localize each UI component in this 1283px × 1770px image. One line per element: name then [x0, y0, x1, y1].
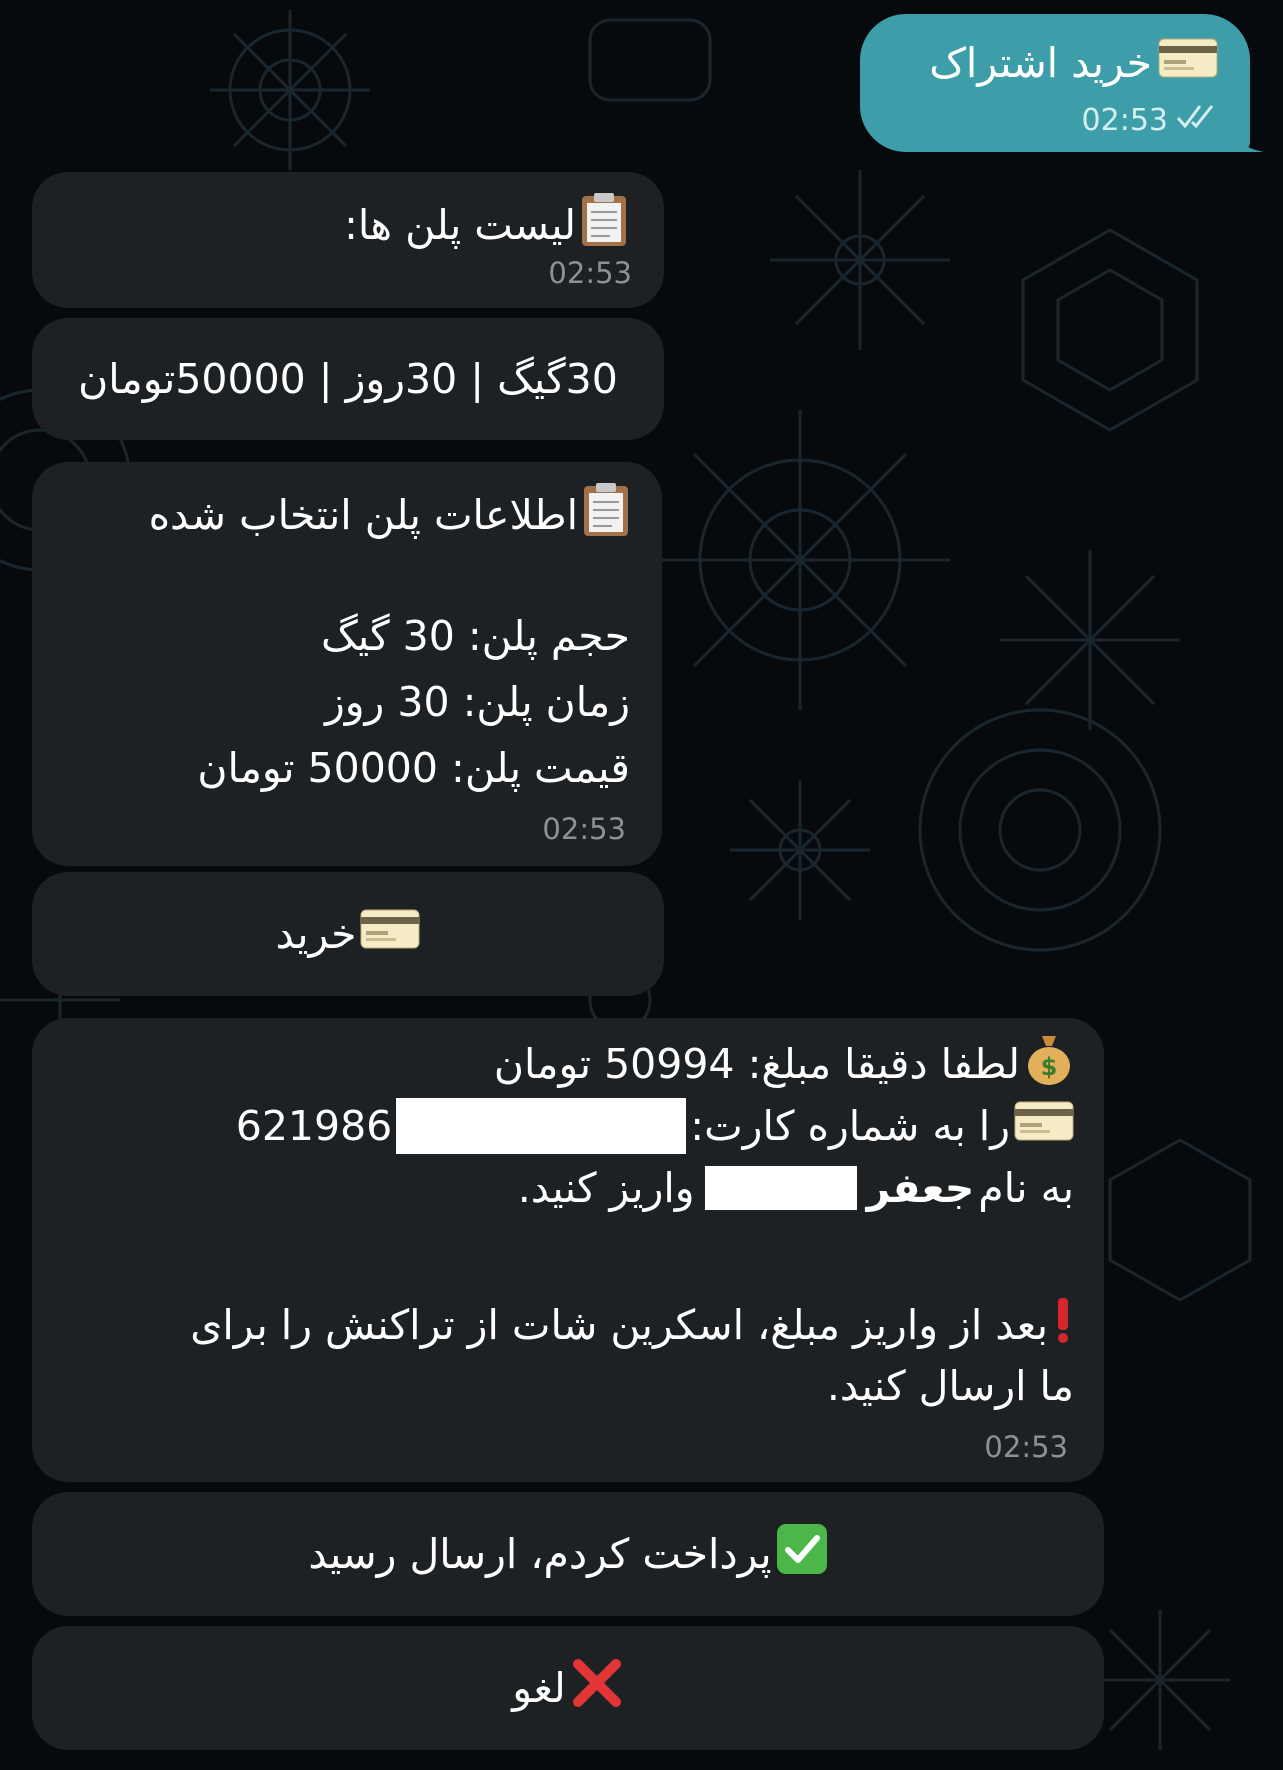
- plan-info-title-row: اطلاعات پلن انتخاب شده: [149, 482, 630, 548]
- outgoing-message-text: خرید اشتراک: [929, 39, 1152, 87]
- svg-text:$: $: [1041, 1053, 1058, 1081]
- plan-info-time: 02:53: [542, 812, 626, 846]
- credit-card-icon: [1014, 1101, 1074, 1151]
- plan-duration: زمان پلن: 30 روز: [324, 678, 630, 726]
- clipboard-icon: [580, 192, 628, 258]
- notice-line-1: بعد از واریز مبلغ، اسکرین شات از تراکنش …: [190, 1301, 1048, 1349]
- outgoing-bubble-tail: [1228, 122, 1264, 152]
- payment-amount-row: $ لطفا دقیقا مبلغ: 50994 تومان: [494, 1032, 1074, 1096]
- payment-name-suffix: واریز کنید.: [517, 1164, 695, 1212]
- payment-message-time: 02:53: [984, 1430, 1068, 1464]
- plan-30gb-button-label: 30گیگ | 30روز | 50000تومان: [78, 355, 618, 403]
- plans-list-title-row: لیست پلن ها:: [344, 192, 628, 258]
- outgoing-message-time: 02:53: [1081, 102, 1168, 138]
- payment-amount-text: لطفا دقیقا مبلغ: 50994 تومان: [493, 1040, 1020, 1088]
- plan-price: قیمت پلن: 50000 تومان: [197, 744, 630, 792]
- card-number-prefix: 621986: [235, 1102, 393, 1150]
- payment-name-row: به نام جعفر واریز کنید.: [518, 1164, 1074, 1212]
- plan-info-title: اطلاعات پلن انتخاب شده: [148, 491, 578, 539]
- paid-button-label: پرداخت کردم، ارسال رسید: [308, 1530, 772, 1578]
- buy-button-label: خرید: [275, 910, 357, 958]
- plans-list-time: 02:53: [548, 256, 632, 290]
- plan-volume: حجم پلن: 30 گیگ: [321, 612, 630, 660]
- double-check-icon: [1176, 102, 1220, 138]
- outgoing-message-meta: 02:53: [1082, 102, 1220, 138]
- check-mark-icon: [776, 1523, 828, 1585]
- paid-send-receipt-button[interactable]: پرداخت کردم، ارسال رسید: [32, 1492, 1104, 1616]
- payment-instructions-message[interactable]: $ لطفا دقیقا مبلغ: 50994 تومان را به شما…: [32, 1018, 1104, 1482]
- notice-line-2: ما ارسال کنید.: [826, 1362, 1074, 1410]
- plans-list-message[interactable]: لیست پلن ها: 02:53: [32, 172, 664, 308]
- payment-card-label: را به شماره کارت:: [690, 1102, 1010, 1150]
- plan-info-message[interactable]: اطلاعات پلن انتخاب شده حجم پلن: 30 گیگ ز…: [32, 462, 662, 866]
- payment-card-row: را به شماره کارت: 621986: [236, 1098, 1074, 1154]
- credit-card-icon: [1158, 38, 1218, 88]
- exclamation-icon: [1052, 1296, 1074, 1354]
- account-holder-name: جعفر: [866, 1164, 975, 1212]
- credit-card-icon: [360, 909, 420, 959]
- outgoing-message-text-row: خرید اشتراک: [929, 38, 1218, 88]
- payment-name-prefix: به نام: [978, 1164, 1074, 1212]
- plans-list-title: لیست پلن ها:: [344, 201, 576, 249]
- notice-row: بعد از واریز مبلغ، اسکرین شات از تراکنش …: [190, 1296, 1074, 1354]
- money-bag-icon: $: [1024, 1032, 1074, 1096]
- plan-30gb-button[interactable]: 30گیگ | 30روز | 50000تومان: [32, 318, 664, 440]
- outgoing-message-bubble[interactable]: خرید اشتراک 02:53: [860, 14, 1250, 152]
- name-redaction: [704, 1166, 857, 1210]
- card-number-redaction: [396, 1098, 687, 1154]
- cancel-button[interactable]: لغو: [32, 1626, 1104, 1750]
- buy-button[interactable]: خرید: [32, 872, 664, 996]
- clipboard-icon: [582, 482, 630, 548]
- cancel-button-label: لغو: [512, 1664, 566, 1712]
- cross-mark-icon: [570, 1656, 624, 1720]
